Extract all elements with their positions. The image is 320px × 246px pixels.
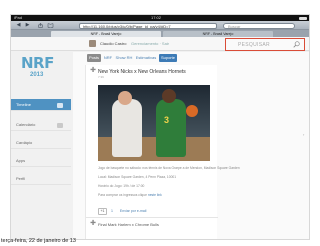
ipad-screen: iPad 17:02 ◀ ▶ http://11.160.0/plus/v3/u…	[10, 14, 310, 240]
sidebar-item-label: Timeline	[16, 102, 31, 107]
sidebar-item-cardapio[interactable]: Cardápio	[11, 137, 71, 149]
post-text-line: Para comprar os ingressos clique neste l…	[98, 193, 162, 197]
sidebar-item-label: Cardápio	[16, 140, 33, 145]
scroll-indicator: ›	[303, 132, 305, 137]
browser-search-field[interactable]: Buscar	[223, 22, 295, 29]
basketball-icon	[186, 105, 198, 117]
post-divider	[86, 217, 218, 218]
photo-player-head	[162, 89, 176, 103]
photo-player-white	[112, 99, 142, 157]
tab-nrf[interactable]: NRF	[103, 54, 113, 62]
search-icon[interactable]	[293, 40, 300, 48]
plus-one-button[interactable]: +1	[98, 208, 107, 215]
sidebar-item-apps[interactable]: Apps	[11, 155, 71, 167]
post-text-prefix: Para comprar os ingressos clique	[98, 193, 147, 197]
tab-estimativas[interactable]: Estimativas	[135, 54, 157, 62]
tab-posts[interactable]: Posts	[87, 54, 101, 62]
share-icon[interactable]	[37, 23, 44, 28]
logo-text: NRF	[21, 54, 54, 72]
post-text-line: Jogo de basquete no sábado: nos ténnis d…	[98, 166, 240, 170]
sidebar-item-timeline[interactable]: Timeline	[11, 99, 71, 111]
post-text-line: Local: Madison Square Garden, 4 Penn Pla…	[98, 175, 177, 179]
post-card: ✚ New York Nicks x New Orleans Hornets 7…	[85, 65, 240, 239]
photo-player-green	[156, 99, 186, 157]
avatar[interactable]	[89, 40, 96, 47]
sidebar: NRF 2013 Timeline Calendário Cardápio Ap…	[11, 52, 71, 239]
post-title[interactable]: Final Mark Harlem x Chrome Bulls	[98, 222, 159, 227]
ticket-link[interactable]: neste link	[148, 193, 162, 197]
search-placeholder: PESQUISAR	[238, 41, 270, 48]
caption: terça-feira, 22 de janeiro de 13	[1, 238, 76, 244]
sidebar-item-perfil[interactable]: Perfil	[11, 173, 71, 185]
post-actions: +1 1 Enviar por e-mail	[98, 208, 146, 215]
back-button[interactable]: ◀	[15, 23, 22, 28]
action-count: 1	[110, 209, 113, 213]
sidebar-item-calendario[interactable]: Calendário	[11, 119, 71, 131]
post-title[interactable]: New York Nicks x New Orleans Hornets	[98, 69, 186, 75]
ipad-screenshot: iPad 17:02 ◀ ▶ http://11.160.0/plus/v3/u…	[0, 0, 320, 246]
search-input[interactable]: PESQUISAR	[225, 37, 305, 51]
post-date: 7:39	[98, 75, 104, 79]
url-field[interactable]: http://11.160.0/plus/v3/u/0/b/Page_id_pa…	[79, 22, 217, 29]
post-bullet-icon: ✚	[90, 67, 96, 74]
post-photo[interactable]: 3	[98, 85, 210, 161]
sidebar-item-label: Calendário	[16, 122, 36, 127]
forward-button[interactable]: ▶	[24, 23, 31, 28]
sidebar-item-label: Perfil	[16, 176, 26, 181]
calendar-icon	[57, 122, 63, 128]
photo-player-head	[118, 91, 132, 105]
post-bullet-icon: ✚	[90, 220, 96, 227]
app-header: Claudio Castro Gerenciamento · Sair PESQ…	[11, 37, 309, 51]
logo: NRF 2013	[21, 55, 61, 85]
main-content: Posts NRF Show RH Estimativas Suporte ✚ …	[73, 52, 309, 239]
logo-year: 2013	[30, 72, 44, 78]
share-email-link[interactable]: Enviar por e-mail	[120, 209, 146, 213]
tab-suporte[interactable]: Suporte	[159, 54, 177, 62]
user-name[interactable]: Claudio Castro	[100, 41, 126, 46]
photo-jersey-number: 3	[164, 115, 170, 125]
browser-toolbar: ◀ ▶ http://11.160.0/plus/v3/u/0/b/Page_i…	[11, 21, 309, 30]
sidebar-item-label: Apps	[16, 158, 26, 163]
post-text-line: Horário do Jogo: 19h / de 17:00	[98, 184, 145, 188]
header-links[interactable]: Gerenciamento · Sair	[131, 41, 169, 46]
timeline-icon	[57, 102, 63, 108]
battery-icon	[299, 16, 307, 20]
browser-tabs: NRF - Brasil Varejo NRF - Brasil Varejo	[11, 30, 309, 37]
tab-show-rh[interactable]: Show RH	[115, 54, 133, 62]
bookmarks-icon[interactable]	[47, 23, 54, 28]
